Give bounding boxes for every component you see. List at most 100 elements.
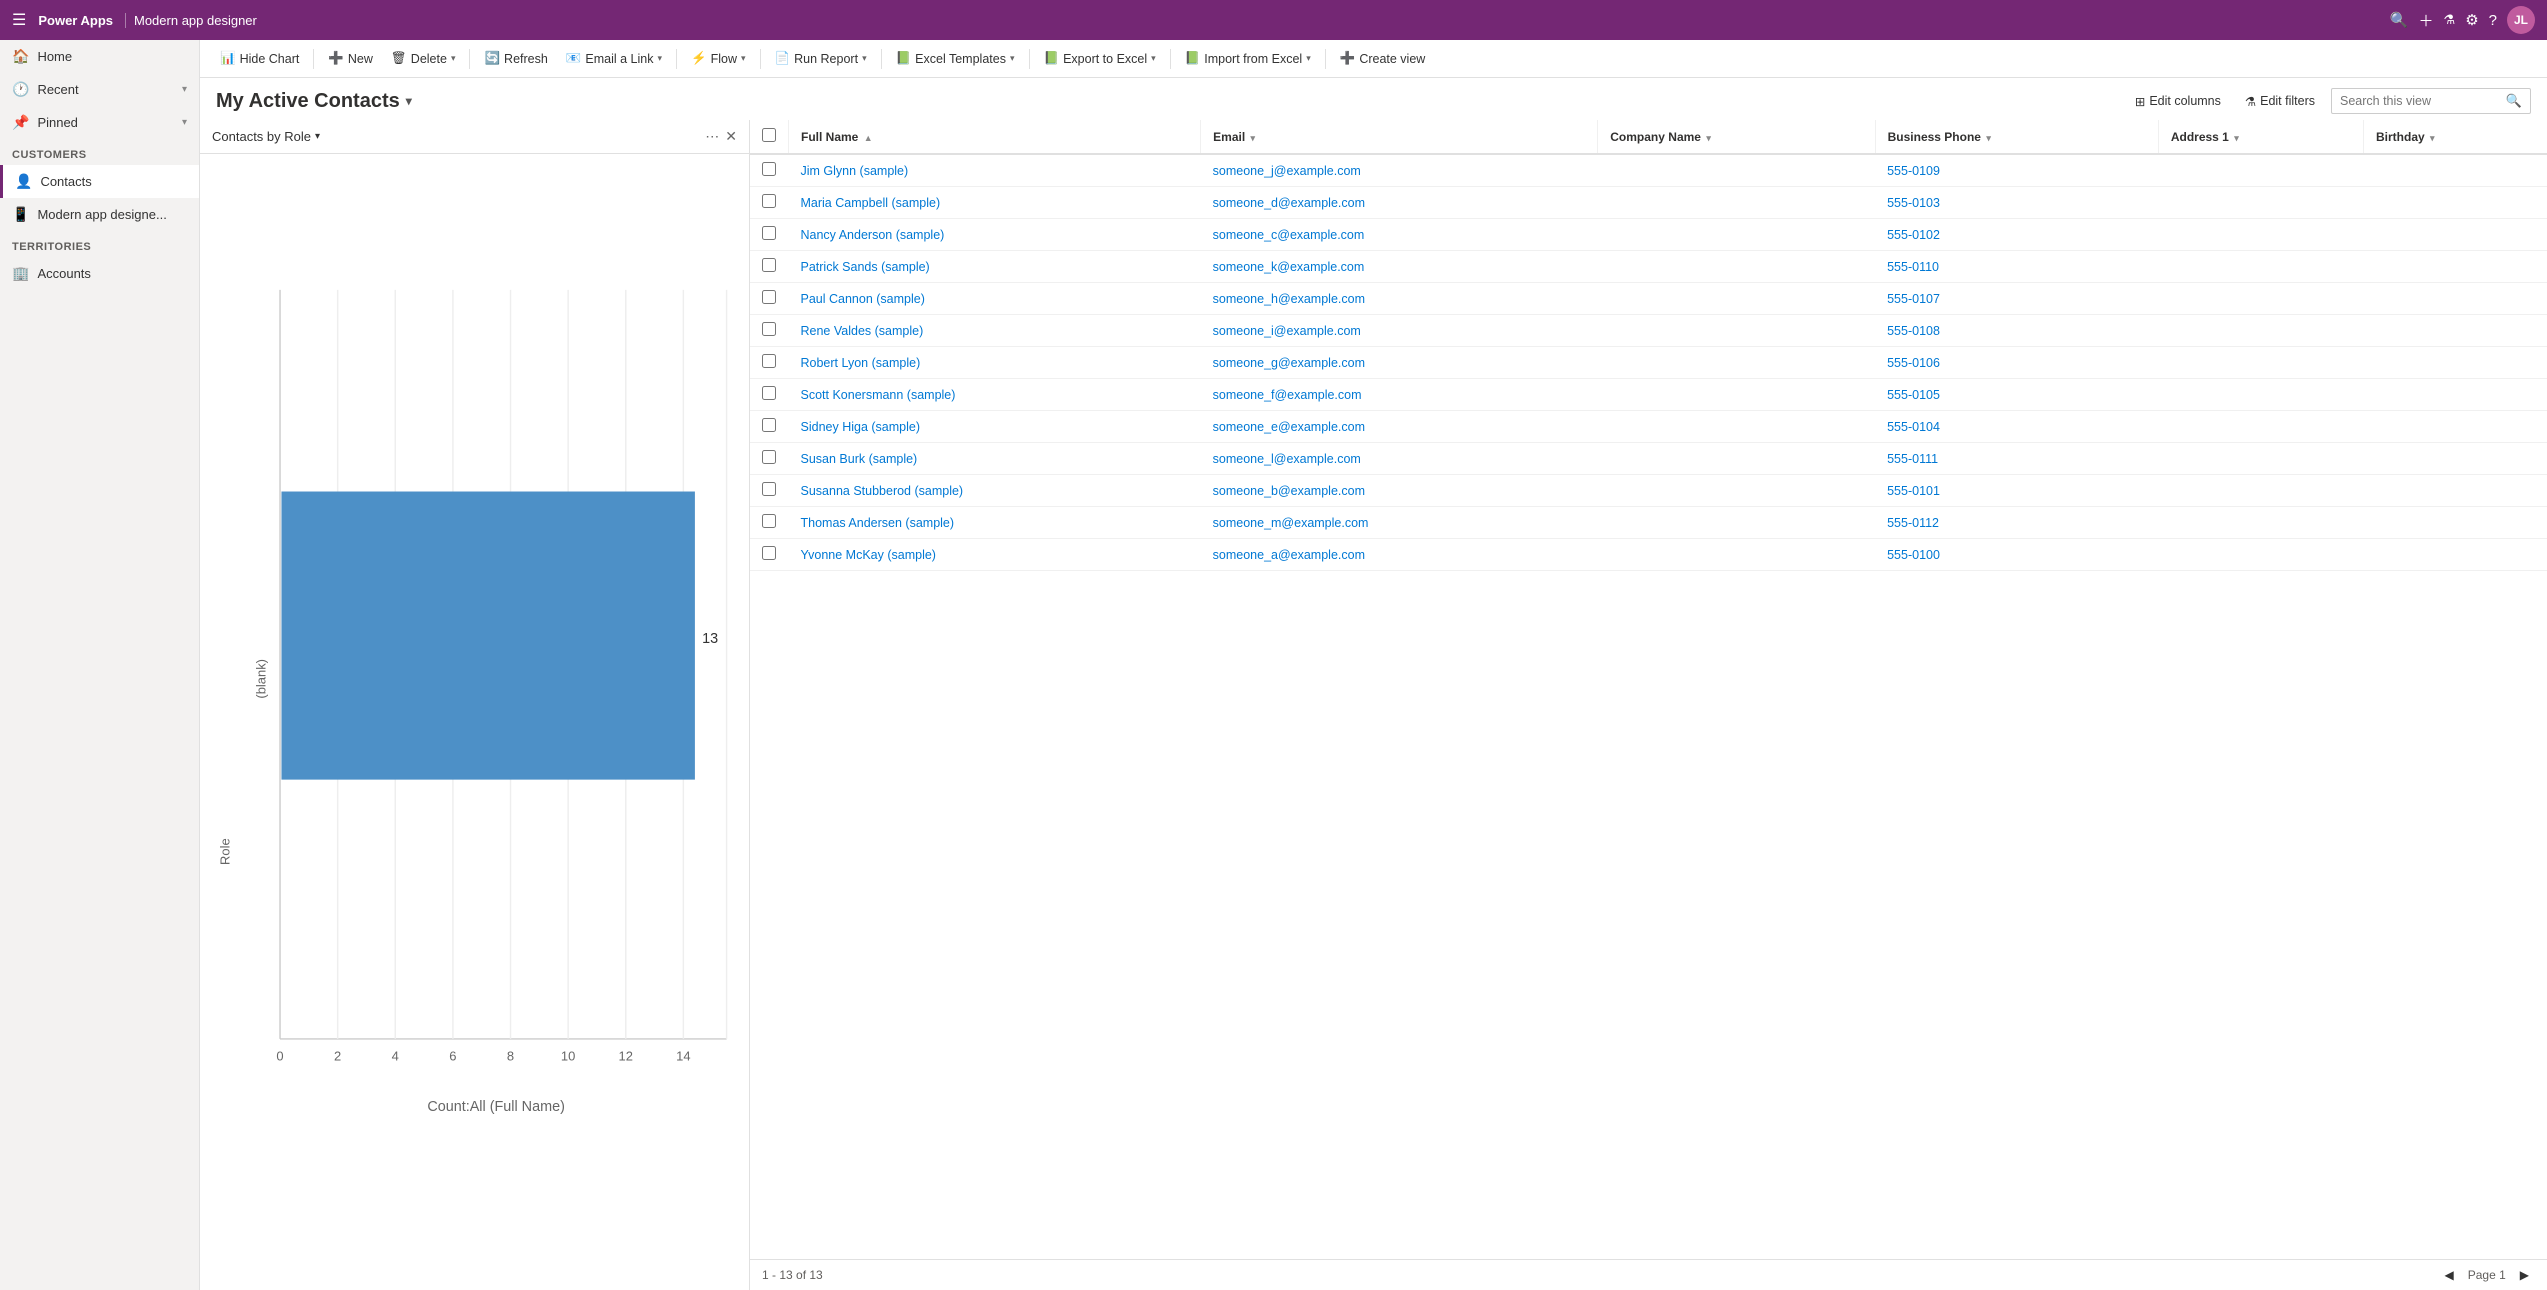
cell-fullname[interactable]: Rene Valdes (sample) xyxy=(801,324,924,338)
cell-fullname[interactable]: Thomas Andersen (sample) xyxy=(801,516,955,530)
cell-fullname[interactable]: Patrick Sands (sample) xyxy=(801,260,930,274)
toolbar-sep-7 xyxy=(1170,49,1171,69)
cell-fullname[interactable]: Jim Glynn (sample) xyxy=(801,164,909,178)
chart-close-icon[interactable]: ✕ xyxy=(725,128,737,145)
cell-company xyxy=(1598,443,1875,475)
edit-columns-button[interactable]: ⊞ Edit columns xyxy=(2127,90,2229,113)
email-link-button[interactable]: 📧 Email a Link ▾ xyxy=(558,46,670,71)
th-birthday[interactable]: Birthday ▾ xyxy=(2364,120,2547,154)
cell-address xyxy=(2158,347,2363,379)
row-checkbox[interactable] xyxy=(762,514,776,528)
cell-company xyxy=(1598,379,1875,411)
next-page-button[interactable]: ▶ xyxy=(2514,1266,2535,1284)
cell-phone: 555-0102 xyxy=(1875,219,2158,251)
th-company[interactable]: Company Name ▾ xyxy=(1598,120,1875,154)
sidebar-item-accounts[interactable]: 🏢 Accounts xyxy=(0,257,199,290)
export-excel-button[interactable]: 📗 Export to Excel ▾ xyxy=(1036,46,1164,71)
cell-email[interactable]: someone_a@example.com xyxy=(1213,548,1365,562)
excel-templates-button[interactable]: 📗 Excel Templates ▾ xyxy=(888,46,1023,71)
sidebar-item-modern-app[interactable]: 📱 Modern app designe... xyxy=(0,198,199,231)
table-container: Full Name ▲ Email ▾ Company Name ▾ xyxy=(750,120,2547,1259)
chart-title[interactable]: Contacts by Role ▾ xyxy=(212,129,320,144)
hide-chart-button[interactable]: 📊 Hide Chart xyxy=(212,46,307,71)
row-checkbox[interactable] xyxy=(762,418,776,432)
cell-fullname[interactable]: Susanna Stubberod (sample) xyxy=(801,484,964,498)
row-checkbox[interactable] xyxy=(762,322,776,336)
cell-email[interactable]: someone_m@example.com xyxy=(1213,516,1369,530)
th-email-label: Email xyxy=(1213,130,1245,144)
toolbar-sep-5 xyxy=(881,49,882,69)
prev-page-button[interactable]: ◀ xyxy=(2438,1266,2459,1284)
hamburger-icon[interactable]: ☰ xyxy=(12,10,26,30)
cell-email[interactable]: someone_k@example.com xyxy=(1213,260,1365,274)
cell-fullname[interactable]: Yvonne McKay (sample) xyxy=(801,548,936,562)
table-row: Paul Cannon (sample) someone_h@example.c… xyxy=(750,283,2547,315)
refresh-button[interactable]: 🔄 Refresh xyxy=(476,46,555,71)
new-button[interactable]: ➕ New xyxy=(320,46,381,71)
settings-icon[interactable]: ⚙ xyxy=(2465,11,2478,29)
flow-button[interactable]: ⚡ Flow ▾ xyxy=(683,46,754,71)
row-checkbox[interactable] xyxy=(762,386,776,400)
cell-email[interactable]: someone_b@example.com xyxy=(1213,484,1365,498)
row-checkbox[interactable] xyxy=(762,258,776,272)
row-checkbox[interactable] xyxy=(762,450,776,464)
cell-fullname[interactable]: Scott Konersmann (sample) xyxy=(801,388,956,402)
cell-email[interactable]: someone_i@example.com xyxy=(1213,324,1361,338)
cell-email[interactable]: someone_c@example.com xyxy=(1213,228,1365,242)
cell-phone: 555-0111 xyxy=(1875,443,2158,475)
sidebar-item-recent[interactable]: 🕐 Recent ▾ xyxy=(0,73,199,106)
row-checkbox[interactable] xyxy=(762,354,776,368)
cell-fullname[interactable]: Susan Burk (sample) xyxy=(801,452,918,466)
customers-section-header: Customers xyxy=(0,139,199,165)
import-excel-button[interactable]: 📗 Import from Excel ▾ xyxy=(1177,46,1319,71)
cell-birthday xyxy=(2364,443,2547,475)
chart-bar[interactable] xyxy=(281,492,694,780)
row-checkbox[interactable] xyxy=(762,162,776,176)
sidebar-item-pinned[interactable]: 📌 Pinned ▾ xyxy=(0,106,199,139)
sidebar-item-contacts[interactable]: 👤 Contacts xyxy=(0,165,199,198)
contacts-icon: 👤 xyxy=(15,173,32,190)
row-checkbox[interactable] xyxy=(762,290,776,304)
avatar[interactable]: JL xyxy=(2507,6,2535,34)
toolbar-sep-2 xyxy=(469,49,470,69)
view-title[interactable]: My Active Contacts ▾ xyxy=(216,90,412,113)
row-checkbox[interactable] xyxy=(762,226,776,240)
table-row: Rene Valdes (sample) someone_i@example.c… xyxy=(750,315,2547,347)
cell-fullname[interactable]: Sidney Higa (sample) xyxy=(801,420,921,434)
row-checkbox[interactable] xyxy=(762,482,776,496)
cell-email[interactable]: someone_f@example.com xyxy=(1213,388,1362,402)
cell-email[interactable]: someone_g@example.com xyxy=(1213,356,1365,370)
cell-address xyxy=(2158,507,2363,539)
cell-email[interactable]: someone_d@example.com xyxy=(1213,196,1365,210)
search-icon[interactable]: 🔍 xyxy=(2390,11,2409,29)
cell-birthday xyxy=(2364,283,2547,315)
th-full-name[interactable]: Full Name ▲ xyxy=(789,120,1201,154)
cell-email[interactable]: someone_h@example.com xyxy=(1213,292,1365,306)
chart-more-icon[interactable]: ⋯ xyxy=(705,128,719,145)
create-view-button[interactable]: ➕ Create view xyxy=(1332,46,1434,71)
cell-fullname[interactable]: Paul Cannon (sample) xyxy=(801,292,925,306)
cell-fullname[interactable]: Maria Campbell (sample) xyxy=(801,196,941,210)
search-input[interactable] xyxy=(2340,94,2500,108)
th-phone[interactable]: Business Phone ▾ xyxy=(1875,120,2158,154)
filter-icon[interactable]: ⚗ xyxy=(2444,12,2456,28)
row-checkbox[interactable] xyxy=(762,546,776,560)
cell-email[interactable]: someone_j@example.com xyxy=(1213,164,1361,178)
sort-email-icon: ▾ xyxy=(1251,133,1256,143)
cell-fullname[interactable]: Nancy Anderson (sample) xyxy=(801,228,945,242)
help-icon[interactable]: ? xyxy=(2489,12,2497,29)
sidebar-item-home[interactable]: 🏠 Home xyxy=(0,40,199,73)
row-checkbox[interactable] xyxy=(762,194,776,208)
th-address[interactable]: Address 1 ▾ xyxy=(2158,120,2363,154)
run-report-button[interactable]: 📄 Run Report ▾ xyxy=(767,46,875,71)
delete-button[interactable]: 🗑 Delete ▾ xyxy=(383,46,464,71)
th-email[interactable]: Email ▾ xyxy=(1201,120,1598,154)
cell-email[interactable]: someone_e@example.com xyxy=(1213,420,1365,434)
cell-fullname[interactable]: Robert Lyon (sample) xyxy=(801,356,921,370)
select-all-checkbox[interactable] xyxy=(762,128,776,142)
th-birthday-label: Birthday xyxy=(2376,130,2425,144)
delete-dropdown-icon: ▾ xyxy=(451,53,456,64)
cell-email[interactable]: someone_l@example.com xyxy=(1213,452,1361,466)
plus-icon[interactable]: ＋ xyxy=(2419,10,2434,31)
edit-filters-button[interactable]: ⚗ Edit filters xyxy=(2237,90,2323,113)
